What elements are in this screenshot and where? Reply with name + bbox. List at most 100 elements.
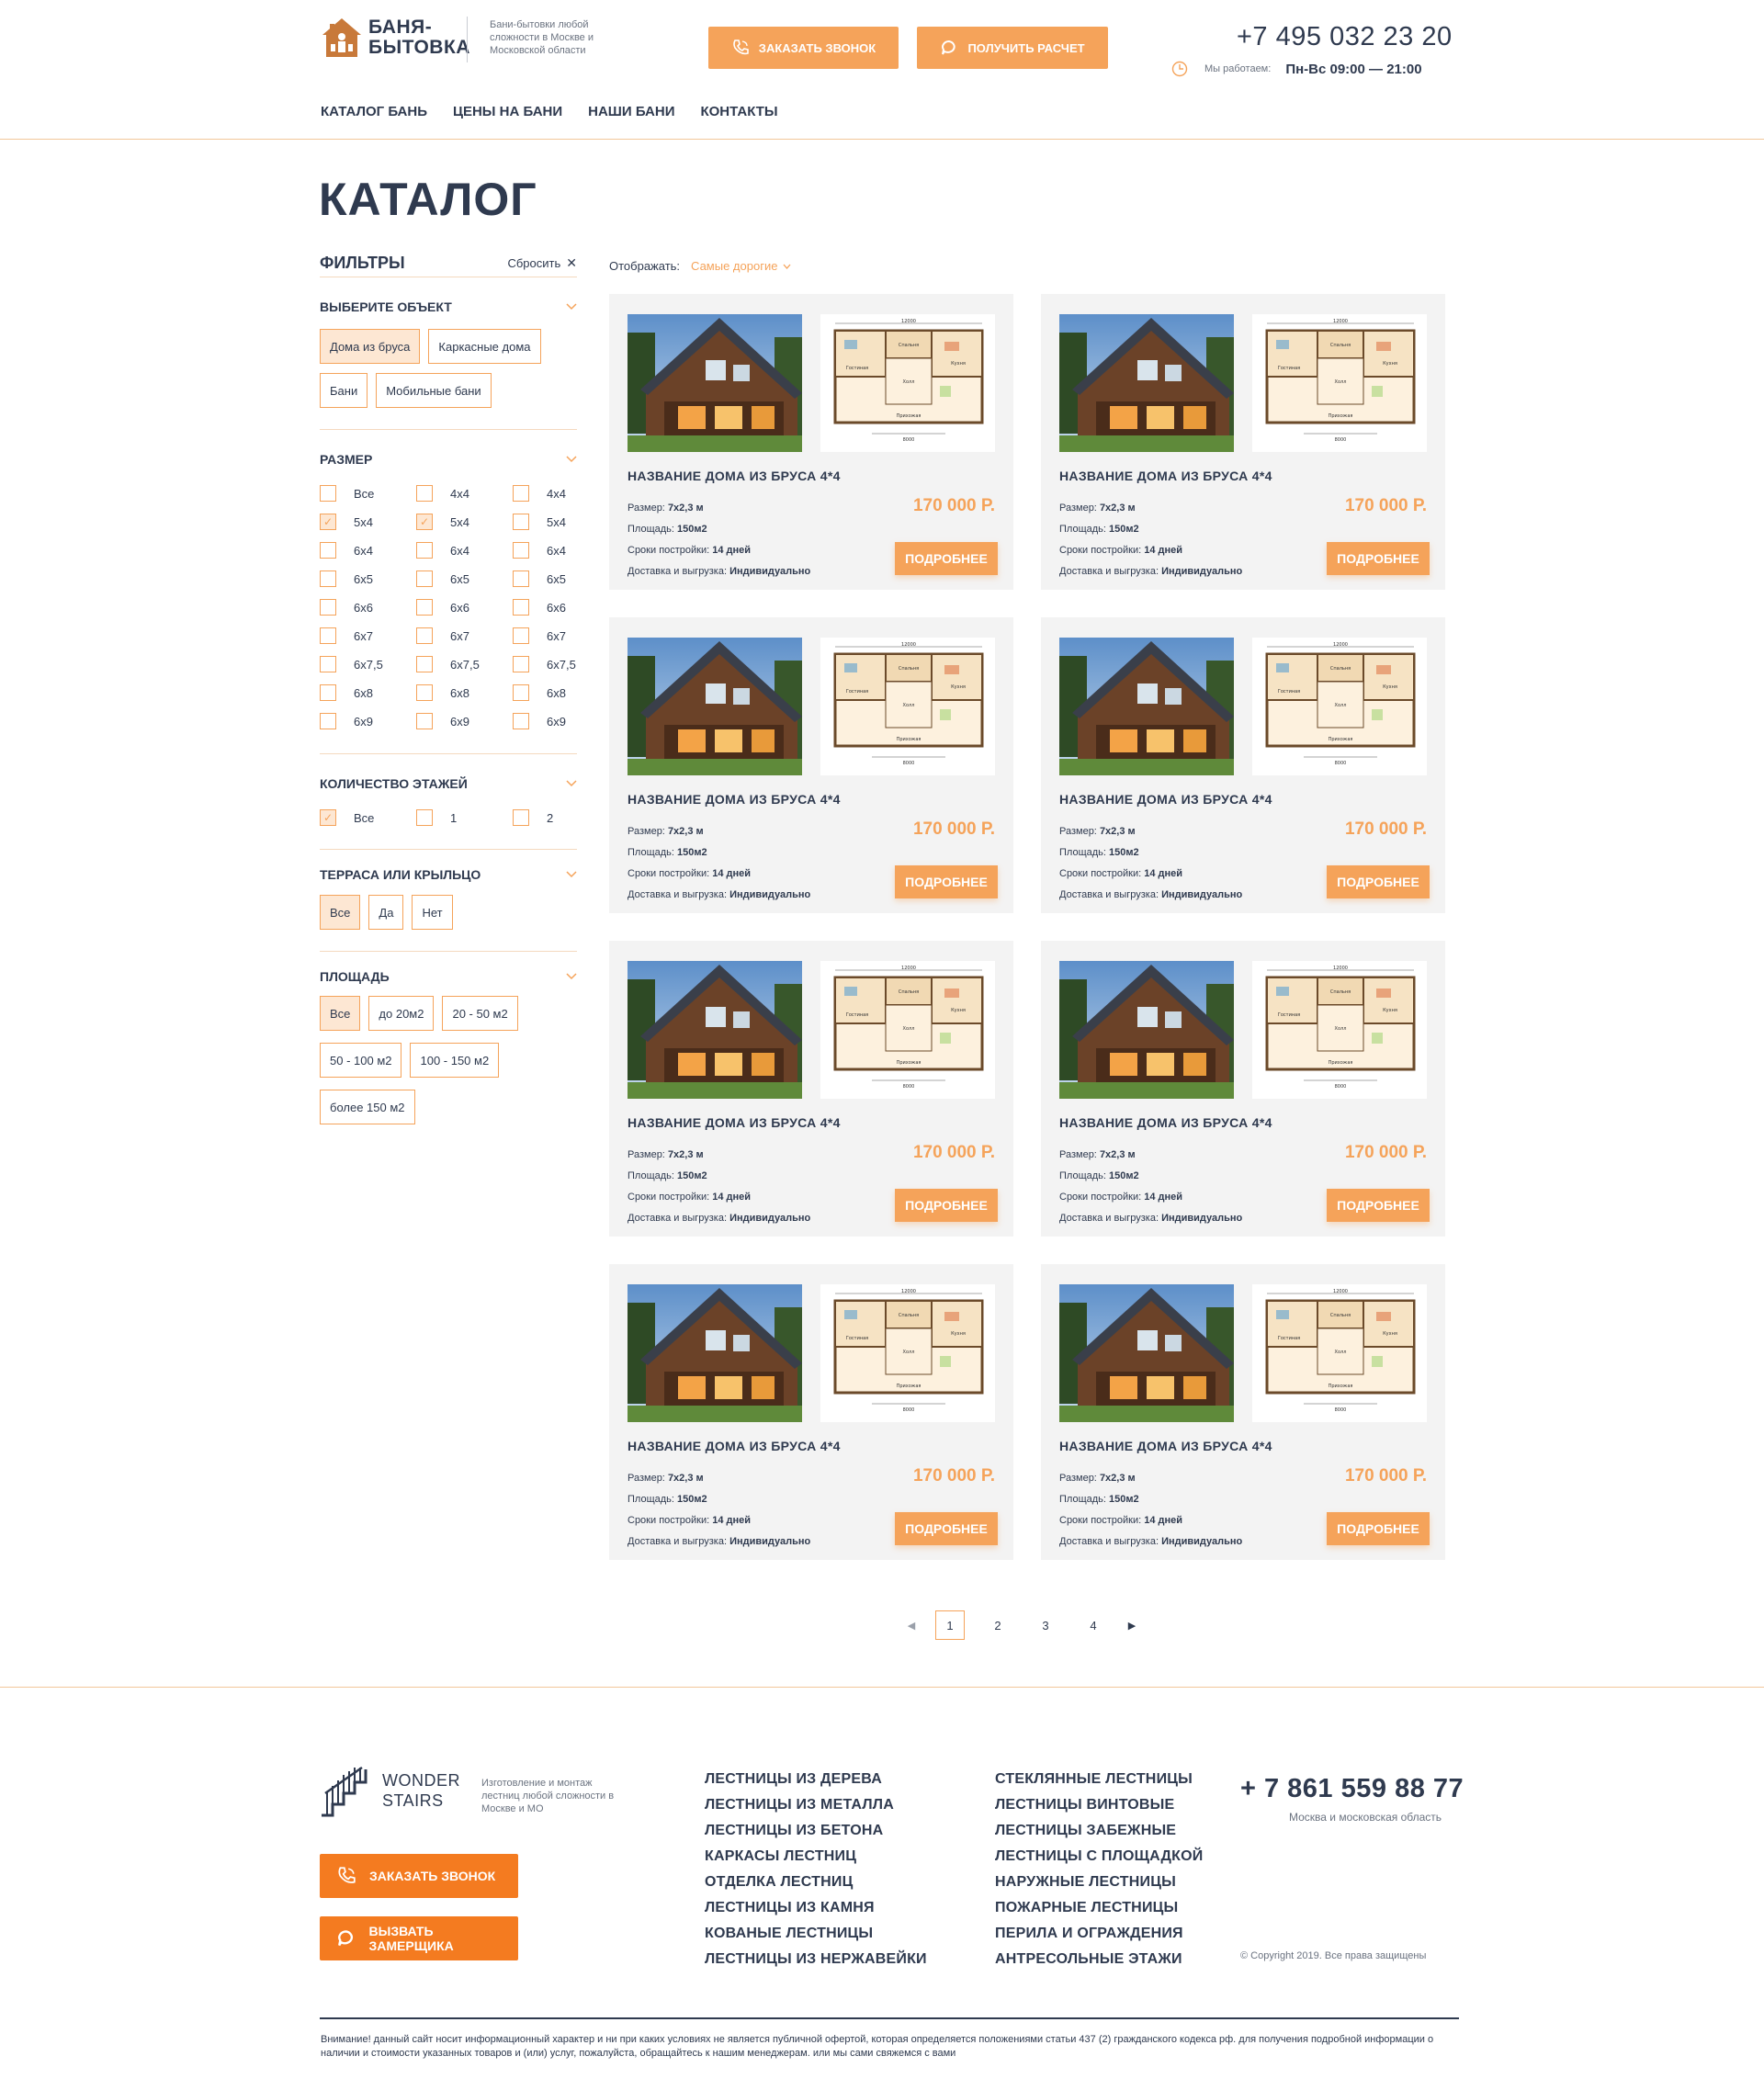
order-call-button[interactable]: Заказать звонок [708, 27, 899, 69]
size-checkbox[interactable]: 6х5 [513, 570, 609, 588]
checkbox-box[interactable] [513, 656, 529, 672]
size-checkbox[interactable]: ✓ 5х4 [416, 513, 513, 531]
checkbox-box[interactable] [320, 627, 336, 644]
checkbox-box[interactable] [416, 485, 433, 502]
floor-plan[interactable]: 12000 Гостиная Спальня Кухня Холл Прихож… [1252, 1284, 1427, 1422]
chip-mobile-baths[interactable]: Мобильные бани [376, 373, 492, 408]
house-photo[interactable] [628, 1284, 802, 1422]
checkbox-box[interactable] [416, 627, 433, 644]
footer-link[interactable]: КАРКАСЫ ЛЕСТНИЦ [705, 1848, 927, 1866]
reset-filters-button[interactable]: Сбросить ✕ [507, 255, 577, 271]
chip-timber-houses[interactable]: Дома из бруса [320, 329, 421, 364]
product-card[interactable]: 12000 Гостиная Спальня Кухня Холл Прихож… [609, 941, 1013, 1237]
footer-link[interactable]: АНТРЕСОЛЬНЫЕ ЭТАЖИ [995, 1951, 1203, 1969]
details-button[interactable]: ПОДРОБНЕЕ [895, 865, 998, 898]
size-checkbox[interactable]: 6х8 [320, 683, 416, 702]
product-card[interactable]: 12000 Гостиная Спальня Кухня Холл Прихож… [609, 294, 1013, 590]
details-button[interactable]: ПОДРОБНЕЕ [895, 542, 998, 575]
floor-plan[interactable]: 12000 Гостиная Спальня Кухня Холл Прихож… [820, 314, 995, 452]
checkbox-box[interactable] [513, 542, 529, 559]
checkbox-box[interactable] [513, 514, 529, 530]
floor-plan[interactable]: 12000 Гостиная Спальня Кухня Холл Прихож… [1252, 961, 1427, 1099]
size-checkbox[interactable]: 6х9 [320, 712, 416, 730]
footer-phone[interactable]: + 7 861 559 88 77 [1240, 1774, 1464, 1804]
footer-link[interactable]: ЛЕСТНИЦЫ ИЗ НЕРЖАВЕЙКИ [705, 1951, 927, 1969]
checkbox-box[interactable] [320, 542, 336, 559]
footer-link[interactable]: ЛЕСТНИЦЫ С ПЛОЩАДКОЙ [995, 1848, 1203, 1866]
size-checkbox[interactable]: 4х4 [513, 484, 609, 503]
size-checkbox[interactable]: 6х5 [320, 570, 416, 588]
size-checkbox[interactable]: 6х4 [416, 541, 513, 559]
size-checkbox[interactable]: 6х6 [416, 598, 513, 616]
house-photo[interactable] [1059, 961, 1234, 1099]
chip-area-20-50[interactable]: 20 - 50 м2 [442, 996, 518, 1031]
floor-plan[interactable]: 12000 Гостиная Спальня Кухня Холл Прихож… [1252, 638, 1427, 775]
chip-area-100-150[interactable]: 100 - 150 м2 [410, 1043, 500, 1078]
page-2[interactable]: 2 [983, 1610, 1012, 1640]
page-3[interactable]: 3 [1031, 1610, 1060, 1640]
size-checkbox[interactable]: Все [320, 484, 416, 503]
chip-terrace-all[interactable]: Все [320, 895, 361, 930]
filter-size-header[interactable]: РАЗМЕР [320, 450, 577, 469]
size-checkbox[interactable]: ✓ 5х4 [320, 513, 416, 531]
footer-link[interactable]: ЛЕСТНИЦЫ ИЗ МЕТАЛЛА [705, 1797, 927, 1814]
size-checkbox[interactable]: 6х7 [513, 627, 609, 645]
footer-link[interactable]: СТЕКЛЯННЫЕ ЛЕСТНИЦЫ [995, 1771, 1203, 1789]
floor-plan[interactable]: 12000 Гостиная Спальня Кухня Холл Прихож… [820, 638, 995, 775]
chip-terrace-yes[interactable]: Да [368, 895, 404, 930]
footer-link[interactable]: ЛЕСТНИЦЫ ИЗ КАМНЯ [705, 1900, 927, 1917]
size-checkbox[interactable]: 6х7,5 [513, 655, 609, 673]
size-checkbox[interactable]: 6х9 [416, 712, 513, 730]
floor-plan[interactable]: 12000 Гостиная Спальня Кухня Холл Прихож… [1252, 314, 1427, 452]
chip-baths[interactable]: Бани [320, 373, 368, 408]
details-button[interactable]: ПОДРОБНЕЕ [895, 1512, 998, 1545]
checkbox-box[interactable] [416, 656, 433, 672]
checkbox-box[interactable] [513, 485, 529, 502]
filter-object-header[interactable]: ВЫБЕРИТЕ ОБЪЕКТ [320, 298, 577, 316]
checkbox-box[interactable] [320, 656, 336, 672]
house-photo[interactable] [628, 638, 802, 775]
filter-area-header[interactable]: ПЛОЩАДЬ [320, 967, 577, 986]
size-checkbox[interactable]: 6х6 [320, 598, 416, 616]
footer-link[interactable]: ПОЖАРНЫЕ ЛЕСТНИЦЫ [995, 1900, 1203, 1917]
checkbox-box[interactable] [320, 485, 336, 502]
filter-terrace-header[interactable]: ТЕРРАСА ИЛИ КРЫЛЬЦО [320, 865, 577, 884]
header-phone[interactable]: +7 495 032 23 20 [1237, 22, 1453, 52]
chip-area-under-20[interactable]: до 20м2 [368, 996, 435, 1031]
nav-contacts[interactable]: КОНТАКТЫ [700, 104, 777, 119]
product-card[interactable]: 12000 Гостиная Спальня Кухня Холл Прихож… [1041, 294, 1445, 590]
site-logo[interactable]: БАНЯ- БЫТОВКА [321, 17, 470, 62]
prev-page-icon[interactable]: ◀ [906, 1620, 917, 1632]
house-photo[interactable] [1059, 638, 1234, 775]
checkbox-box[interactable] [416, 599, 433, 616]
size-checkbox[interactable]: 4х4 [416, 484, 513, 503]
checkmark-icon[interactable]: ✓ [320, 514, 336, 530]
checkbox-box[interactable] [513, 809, 529, 826]
product-card[interactable]: 12000 Гостиная Спальня Кухня Холл Прихож… [1041, 617, 1445, 913]
chip-terrace-no[interactable]: Нет [412, 895, 453, 930]
checkbox-box[interactable] [320, 684, 336, 701]
floors-checkbox[interactable]: ✓ Все [320, 808, 416, 827]
nav-catalog[interactable]: КАТАЛОГ БАНЬ [321, 104, 427, 119]
details-button[interactable]: ПОДРОБНЕЕ [1327, 865, 1430, 898]
get-estimate-button[interactable]: Получить расчет [917, 27, 1108, 69]
product-card[interactable]: 12000 Гостиная Спальня Кухня Холл Прихож… [1041, 1264, 1445, 1560]
product-name[interactable]: НАЗВАНИЕ ДОМА ИЗ БРУСА 4*4 [1059, 792, 1272, 807]
footer-link[interactable]: КОВАНЫЕ ЛЕСТНИЦЫ [705, 1926, 927, 1943]
checkbox-box[interactable] [320, 599, 336, 616]
floors-checkbox[interactable]: 2 [513, 808, 609, 827]
house-photo[interactable] [1059, 314, 1234, 452]
chip-area-50-100[interactable]: 50 - 100 м2 [320, 1043, 402, 1078]
checkbox-box[interactable] [320, 571, 336, 587]
details-button[interactable]: ПОДРОБНЕЕ [1327, 542, 1430, 575]
checkbox-box[interactable] [513, 627, 529, 644]
footer-link[interactable]: ЛЕСТНИЦЫ ИЗ БЕТОНА [705, 1823, 927, 1840]
nav-prices[interactable]: ЦЕНЫ НА БАНИ [453, 104, 562, 119]
product-name[interactable]: НАЗВАНИЕ ДОМА ИЗ БРУСА 4*4 [628, 469, 841, 483]
footer-link[interactable]: ЛЕСТНИЦЫ ВИНТОВЫЕ [995, 1797, 1203, 1814]
checkbox-box[interactable] [416, 542, 433, 559]
size-checkbox[interactable]: 6х9 [513, 712, 609, 730]
footer-call-measurer-button[interactable]: ВЫЗВАТЬ ЗАМЕРЩИКА [320, 1916, 518, 1960]
checkbox-box[interactable] [513, 571, 529, 587]
product-name[interactable]: НАЗВАНИЕ ДОМА ИЗ БРУСА 4*4 [628, 1439, 841, 1453]
